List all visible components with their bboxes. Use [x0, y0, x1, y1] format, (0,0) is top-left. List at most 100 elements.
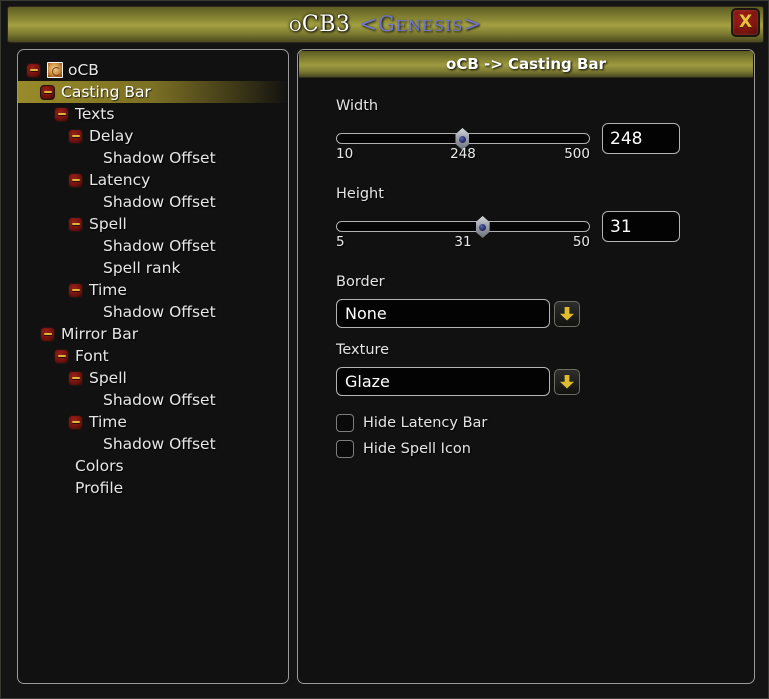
- width-label: Width: [336, 98, 379, 114]
- tree-item-label: Time: [89, 281, 127, 299]
- collapse-minus-icon[interactable]: [68, 216, 83, 232]
- tree-item-label: Profile: [75, 479, 124, 497]
- tree-item-delay[interactable]: Delay: [18, 125, 288, 147]
- width-setting: Width 10 248 500 248: [336, 98, 728, 162]
- tree-item-label: Font: [75, 347, 109, 365]
- border-dropdown[interactable]: None: [336, 299, 550, 328]
- tree-item-shadow-offset[interactable]: Shadow Offset: [18, 147, 288, 169]
- tree-item-label: Shadow Offset: [103, 237, 216, 255]
- tree-item-label: Spell: [89, 215, 127, 233]
- border-label: Border: [336, 274, 385, 290]
- minus-glyph: [43, 91, 52, 93]
- minus-glyph: [71, 135, 80, 137]
- checkbox-box[interactable]: [336, 414, 354, 432]
- collapse-minus-icon[interactable]: [40, 84, 55, 100]
- settings-panel: oCB -> Casting Bar Width 10 248 500 248 …: [297, 49, 755, 684]
- tree-item-shadow-offset[interactable]: Shadow Offset: [18, 191, 288, 213]
- tree-item-texts[interactable]: Texts: [18, 103, 288, 125]
- minus-glyph: [71, 223, 80, 225]
- border-dropdown-button[interactable]: [554, 300, 580, 327]
- collapse-minus-icon[interactable]: [54, 348, 69, 364]
- tree-item-shadow-offset[interactable]: Shadow Offset: [18, 389, 288, 411]
- window-title: oCB3 <Genesis>: [289, 12, 482, 37]
- tree-item-colors[interactable]: Colors: [18, 455, 288, 477]
- tree-item-label: Shadow Offset: [103, 391, 216, 409]
- texture-dropdown[interactable]: Glaze: [336, 367, 550, 396]
- tree-item-label: Mirror Bar: [61, 325, 139, 343]
- tree-item-spell[interactable]: Spell: [18, 213, 288, 235]
- collapse-minus-icon[interactable]: [68, 172, 83, 188]
- tree-item-profile[interactable]: Profile: [18, 477, 288, 499]
- tree-item-label: oCB: [68, 61, 99, 79]
- tree-item-label: Time: [89, 413, 127, 431]
- chevron-down-icon: [560, 374, 574, 389]
- tree-item-latency[interactable]: Latency: [18, 169, 288, 191]
- minus-glyph: [71, 377, 80, 379]
- checkbox-hide-spell-icon[interactable]: Hide Spell Icon: [336, 436, 728, 462]
- tree-item-label: Spell: [89, 369, 127, 387]
- collapse-minus-icon[interactable]: [26, 62, 41, 78]
- navigation-tree: oCB Casting Bar Texts Delay Shadow Offset Lat…: [18, 50, 288, 499]
- height-slider[interactable]: 5 31 50: [336, 211, 590, 250]
- settings-form: Width 10 248 500 248 Height 5 31 50 31 B…: [298, 78, 754, 462]
- window-title-main: oCB3: [289, 12, 351, 37]
- checkbox-label: Hide Latency Bar: [363, 415, 488, 431]
- tree-item-label: Colors: [75, 457, 124, 475]
- collapse-minus-icon[interactable]: [68, 128, 83, 144]
- tree-item-label: Shadow Offset: [103, 149, 216, 167]
- width-slider-ticks: 10 248 500: [336, 146, 590, 162]
- close-icon: X: [738, 12, 753, 32]
- tree-item-label: Shadow Offset: [103, 435, 216, 453]
- collapse-minus-icon[interactable]: [54, 106, 69, 122]
- minus-glyph: [57, 113, 66, 115]
- minus-glyph: [57, 355, 66, 357]
- height-label: Height: [336, 186, 384, 202]
- texture-setting: Texture Glaze: [336, 342, 728, 396]
- addon-icon: [47, 62, 63, 78]
- texture-label: Texture: [336, 342, 390, 358]
- tree-item-time[interactable]: Time: [18, 411, 288, 433]
- tree-item-ocb[interactable]: oCB: [18, 59, 288, 81]
- breadcrumb: oCB -> Casting Bar: [446, 55, 606, 73]
- checkbox-group: Hide Latency Bar Hide Spell Icon: [336, 410, 728, 462]
- height-value-input[interactable]: 31: [602, 211, 680, 242]
- addon-config-window: oCB3 <Genesis> X oCB Casting Bar Texts Dela…: [0, 0, 769, 699]
- tree-item-shadow-offset[interactable]: Shadow Offset: [18, 235, 288, 257]
- minus-glyph: [43, 333, 52, 335]
- height-slider-track[interactable]: [336, 216, 590, 238]
- tree-item-label: Shadow Offset: [103, 303, 216, 321]
- close-button[interactable]: X: [731, 8, 760, 37]
- title-bar: oCB3 <Genesis>: [7, 6, 764, 43]
- tree-item-shadow-offset[interactable]: Shadow Offset: [18, 433, 288, 455]
- tree-item-label: Delay: [89, 127, 134, 145]
- height-setting: Height 5 31 50 31: [336, 186, 728, 250]
- width-value-input[interactable]: 248: [602, 123, 680, 154]
- collapse-minus-icon[interactable]: [68, 370, 83, 386]
- tree-item-casting-bar[interactable]: Casting Bar: [18, 81, 288, 103]
- checkbox-box[interactable]: [336, 440, 354, 458]
- texture-dropdown-button[interactable]: [554, 368, 580, 395]
- border-setting: Border None: [336, 274, 728, 328]
- tree-item-shadow-offset[interactable]: Shadow Offset: [18, 301, 288, 323]
- width-slider-min: 10: [336, 146, 354, 162]
- collapse-minus-icon[interactable]: [40, 326, 55, 342]
- width-slider[interactable]: 10 248 500: [336, 123, 590, 162]
- tree-item-mirror-bar[interactable]: Mirror Bar: [18, 323, 288, 345]
- tree-item-time[interactable]: Time: [18, 279, 288, 301]
- collapse-minus-icon[interactable]: [68, 282, 83, 298]
- tree-item-spell[interactable]: Spell: [18, 367, 288, 389]
- tree-item-label: Texts: [75, 105, 115, 123]
- minus-glyph: [71, 421, 80, 423]
- collapse-minus-icon[interactable]: [68, 414, 83, 430]
- settings-panel-header: oCB -> Casting Bar: [299, 51, 753, 78]
- minus-glyph: [29, 69, 38, 71]
- minus-glyph: [71, 289, 80, 291]
- tree-item-label: Shadow Offset: [103, 193, 216, 211]
- tree-item-spell-rank[interactable]: Spell rank: [18, 257, 288, 279]
- tree-item-font[interactable]: Font: [18, 345, 288, 367]
- height-slider-min: 5: [336, 234, 345, 250]
- width-slider-track[interactable]: [336, 128, 590, 150]
- tree-item-label: Spell rank: [103, 259, 181, 277]
- minus-glyph: [71, 179, 80, 181]
- checkbox-hide-latency-bar[interactable]: Hide Latency Bar: [336, 410, 728, 436]
